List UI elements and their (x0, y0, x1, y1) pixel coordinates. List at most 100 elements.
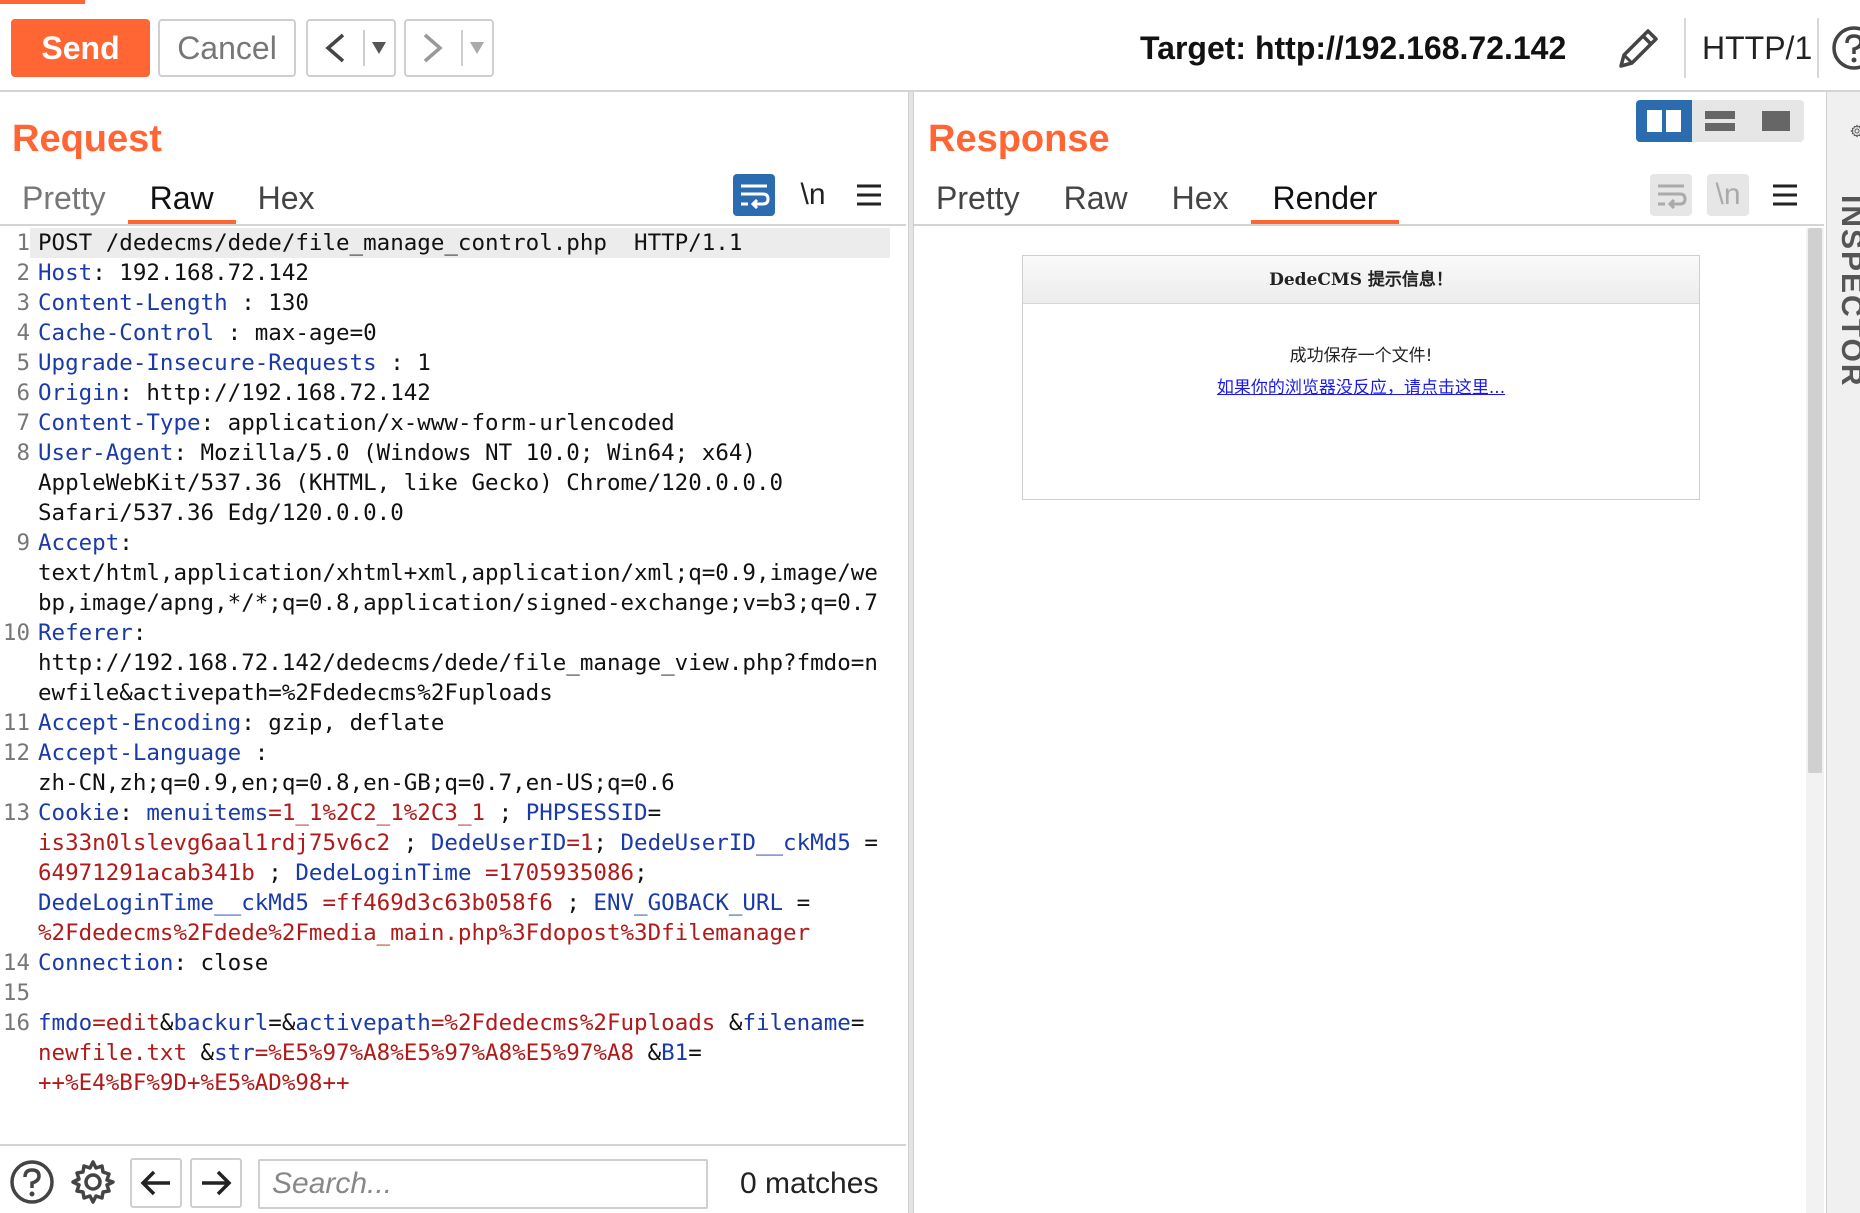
line-content: Connection: close (30, 948, 890, 978)
request-editor[interactable]: 1 POST /dedecms/dede/file_manage_control.… (0, 228, 890, 1144)
chevron-left-icon (325, 33, 345, 63)
search-next-button[interactable] (190, 1158, 242, 1208)
request-line[interactable]: 64971291acab341b ; DedeLoginTime =170593… (0, 858, 890, 888)
rendered-redirect-link[interactable]: 如果你的浏览器没反应，请点击这里... (1023, 372, 1699, 404)
code-text: : (119, 800, 147, 826)
inspector-settings-button[interactable] (1834, 108, 1860, 154)
send-button[interactable]: Send (11, 19, 150, 77)
code-text: AppleWebKit/537.36 (KHTML, like Gecko) C… (38, 470, 784, 496)
request-line[interactable]: bp,image/apng,*/*;q=0.8,application/sign… (0, 588, 890, 618)
request-line[interactable]: is33n0lslevg6aal1rdj75v6c2 ; DedeUserID=… (0, 828, 890, 858)
request-line[interactable]: ++%E4%BF%9D+%E5%AD%98++ (0, 1068, 890, 1098)
rendered-page: DedeCMS 提示信息！ 成功保存一个文件! 如果你的浏览器没反应，请点击这里… (1022, 255, 1700, 500)
header-name: Accept-Encoding (38, 710, 242, 736)
param-value: 64971291acab341b (38, 860, 255, 886)
rendered-message-header: DedeCMS 提示信息！ (1023, 256, 1699, 304)
param-value: =ff469d3c63b058f6 (308, 890, 553, 916)
request-line[interactable]: ewfile&activepath=%2Fdedecms%2Fuploads (0, 678, 890, 708)
param-value: =%E5%97%A8%E5%97%A8%E5%97%A8 (254, 1040, 635, 1066)
request-line[interactable]: %2Fdedecms%2Fdede%2Fmedia_main.php%3Fdop… (0, 918, 890, 948)
param-name: ENV_GOBACK_URL (593, 890, 784, 916)
line-content: POST /dedecms/dede/file_manage_control.p… (30, 228, 890, 258)
request-line[interactable]: 11 Accept-Encoding: gzip, deflate (0, 708, 890, 738)
line-content: text/html,application/xhtml+xml,applicat… (30, 558, 890, 588)
request-line[interactable]: 12 Accept-Language : (0, 738, 890, 768)
request-wrap-toggle[interactable] (733, 174, 775, 216)
layout-single-button[interactable] (1748, 100, 1804, 142)
line-number: 8 (16, 440, 30, 466)
request-line[interactable]: DedeLoginTime__ckMd5 =ff469d3c63b058f6 ;… (0, 888, 890, 918)
edit-target-button[interactable] (1613, 22, 1665, 74)
request-line[interactable]: 1 POST /dedecms/dede/file_manage_control.… (0, 228, 890, 258)
request-line[interactable]: 6 Origin: http://192.168.72.142 (0, 378, 890, 408)
inspector-tab[interactable]: INSPECTOR (1834, 195, 1860, 387)
param-name: filename (742, 1010, 851, 1036)
line-number: 13 (2, 800, 30, 826)
request-line[interactable]: 16 fmdo=edit&backurl=&activepath=%2Fdedec… (0, 1008, 890, 1038)
request-tab-hex[interactable]: Hex (236, 174, 337, 224)
code-text: : 130 (227, 290, 309, 316)
line-number: 6 (16, 380, 30, 406)
request-line[interactable]: text/html,application/xhtml+xml,applicat… (0, 558, 890, 588)
request-line[interactable]: 5 Upgrade-Insecure-Requests : 1 (0, 348, 890, 378)
back-button[interactable] (308, 21, 363, 75)
line-number (0, 558, 30, 588)
layout-side-by-side-button[interactable] (1636, 100, 1692, 142)
request-line[interactable]: http://192.168.72.142/dedecms/dede/file_… (0, 648, 890, 678)
request-tab-raw[interactable]: Raw (127, 174, 236, 224)
back-history-dropdown[interactable] (365, 21, 394, 75)
request-line[interactable]: 2 Host: 192.168.72.142 (0, 258, 890, 288)
forward-history-dropdown[interactable] (463, 21, 492, 75)
gear-icon (71, 1160, 115, 1204)
request-newline-toggle[interactable]: \n (792, 174, 834, 216)
pane-splitter[interactable] (908, 92, 914, 1213)
search-settings-button[interactable] (68, 1158, 118, 1206)
cancel-button[interactable]: Cancel (158, 19, 296, 77)
request-line[interactable]: 15 (0, 978, 890, 1008)
param-name: fmdo (38, 1010, 93, 1036)
response-scrollbar-thumb[interactable] (1808, 228, 1822, 773)
response-menu-button[interactable] (1764, 174, 1806, 216)
param-name: DedeUserID__ckMd5 (620, 830, 851, 856)
code-text: = (783, 890, 811, 916)
request-tab-pretty[interactable]: Pretty (0, 174, 128, 224)
header-name: Connection (38, 950, 174, 976)
request-line[interactable]: Safari/537.36 Edg/120.0.0.0 (0, 498, 890, 528)
header-name: Cookie (38, 800, 120, 826)
toolbar-divider (1684, 18, 1686, 78)
forward-button[interactable] (406, 21, 461, 75)
response-tab-raw[interactable]: Raw (1042, 174, 1150, 224)
response-tabs-underline (914, 224, 1824, 226)
layout-stacked-button[interactable] (1692, 100, 1748, 142)
code-text: = (850, 1010, 865, 1036)
request-line[interactable]: 9 Accept: (0, 528, 890, 558)
line-number (0, 1068, 30, 1098)
search-input[interactable] (258, 1159, 708, 1209)
request-line[interactable]: 7 Content-Type: application/x-www-form-ur… (0, 408, 890, 438)
line-number: 2 (16, 260, 30, 286)
search-previous-button[interactable] (130, 1158, 182, 1208)
request-line[interactable]: 8 User-Agent: Mozilla/5.0 (Windows NT 10.… (0, 438, 890, 468)
response-wrap-toggle[interactable] (1650, 174, 1692, 216)
line-number: 14 (2, 950, 30, 976)
request-line[interactable]: AppleWebKit/537.36 (KHTML, like Gecko) C… (0, 468, 890, 498)
request-line[interactable]: 14 Connection: close (0, 948, 890, 978)
code-text: = (688, 1040, 702, 1066)
request-line[interactable]: 10 Referer: (0, 618, 890, 648)
response-tab-hex[interactable]: Hex (1150, 174, 1251, 224)
request-line[interactable]: 13 Cookie: menuitems=1_1%2C2_1%2C3_1 ; PH… (0, 798, 890, 828)
request-menu-button[interactable] (848, 174, 890, 216)
response-tab-render[interactable]: Render (1250, 174, 1400, 224)
search-help-button[interactable] (8, 1158, 56, 1206)
response-tab-pretty[interactable]: Pretty (914, 174, 1042, 224)
help-icon (10, 1160, 54, 1204)
request-line[interactable]: 3 Content-Length : 130 (0, 288, 890, 318)
code-text: & (715, 1010, 743, 1036)
request-line[interactable]: zh-CN,zh;q=0.9,en;q=0.8,en-GB;q=0.7,en-U… (0, 768, 890, 798)
line-content: User-Agent: Mozilla/5.0 (Windows NT 10.0… (30, 438, 890, 468)
request-line[interactable]: 4 Cache-Control : max-age=0 (0, 318, 890, 348)
help-button[interactable] (1830, 24, 1860, 72)
request-line[interactable]: newfile.txt &str=%E5%97%A8%E5%97%A8%E5%9… (0, 1038, 890, 1068)
http-version-selector[interactable]: HTTP/1 (1702, 22, 1812, 74)
response-newline-toggle[interactable]: \n (1707, 174, 1749, 216)
